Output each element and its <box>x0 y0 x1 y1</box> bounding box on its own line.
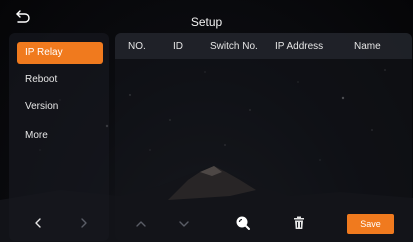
column-header-id: ID <box>173 41 183 52</box>
table-header: NO. ID Switch No. IP Address Name <box>115 33 412 59</box>
chevron-up-icon <box>136 221 146 227</box>
page-title: Setup <box>190 15 223 29</box>
delete-button[interactable] <box>291 215 307 236</box>
column-header-no: NO. <box>128 41 146 52</box>
chevron-left-icon <box>35 218 41 228</box>
chevron-right-icon <box>81 218 87 228</box>
search-icon <box>236 216 250 230</box>
prev-page-button[interactable] <box>31 216 45 230</box>
sidebar-item-version[interactable]: Version <box>17 96 103 118</box>
search-button[interactable] <box>235 215 251 236</box>
save-button[interactable]: Save <box>347 214 394 234</box>
relay-table-panel: NO. ID Switch No. IP Address Name Save <box>115 33 412 241</box>
next-page-button[interactable] <box>77 216 91 230</box>
sidebar-item-more[interactable]: More <box>17 125 103 147</box>
top-bar: Setup <box>0 0 413 34</box>
move-up-button[interactable] <box>134 217 148 236</box>
column-header-name: Name <box>354 41 381 52</box>
sidebar-item-ip-relay[interactable]: IP Relay <box>17 42 103 64</box>
move-down-button[interactable] <box>177 217 191 236</box>
sidebar: IP Relay Reboot Version More <box>9 33 109 241</box>
column-header-ip-address: IP Address <box>275 41 324 52</box>
trash-icon <box>294 216 304 229</box>
sidebar-item-reboot[interactable]: Reboot <box>17 69 103 91</box>
chevron-down-icon <box>179 221 189 227</box>
column-header-switch-no: Switch No. <box>210 41 258 52</box>
